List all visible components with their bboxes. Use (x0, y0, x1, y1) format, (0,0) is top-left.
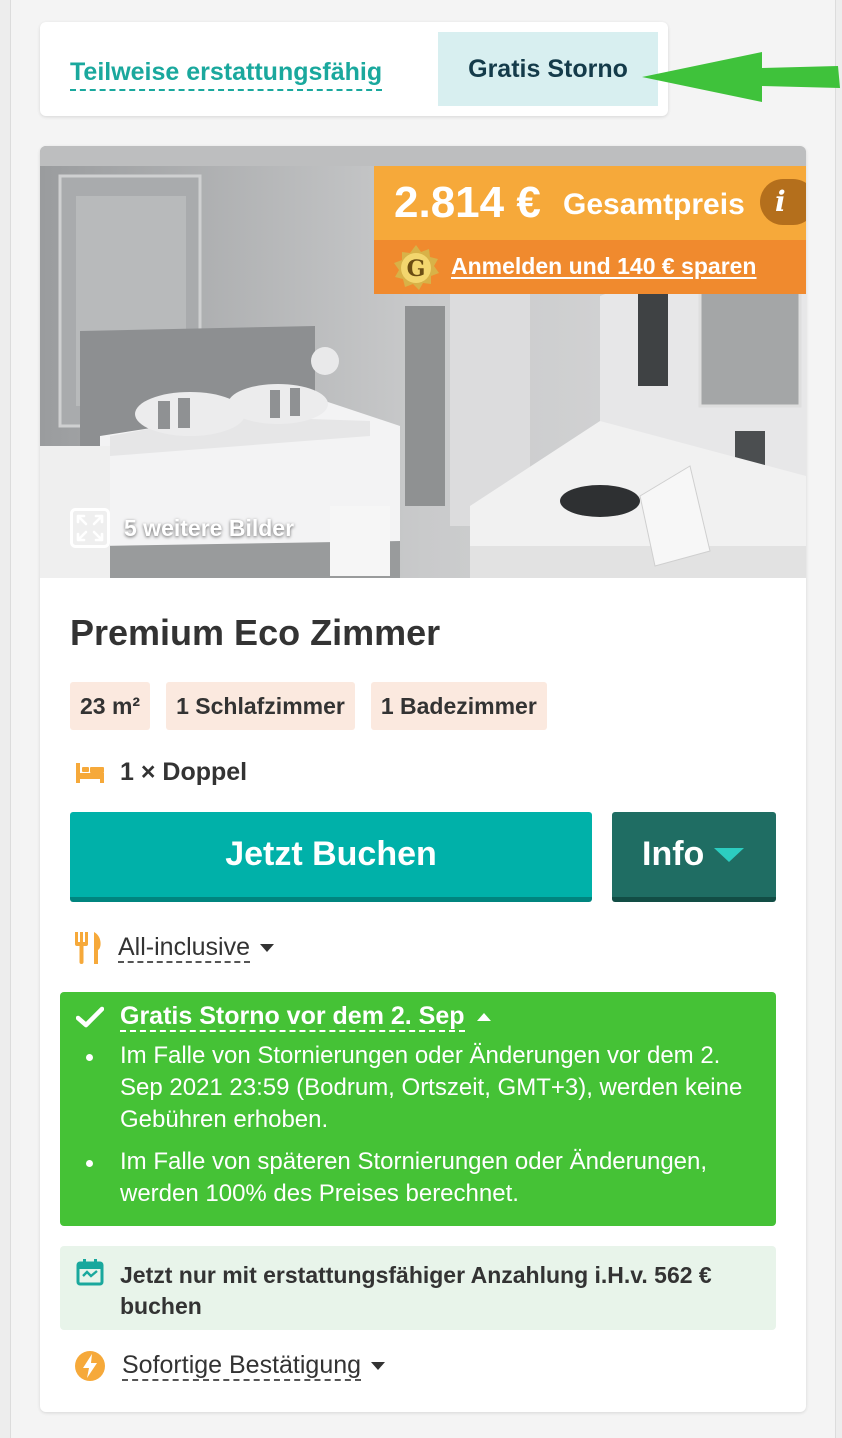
meal-plan-label: All-inclusive (118, 933, 250, 963)
feature-size: 23 m² (70, 682, 151, 730)
room-card: 2.814 € Gesamtpreis i G Anmelden und 140… (40, 146, 806, 1412)
price-amount: 2.814 € (394, 178, 541, 227)
cutlery-icon (75, 932, 101, 964)
green-arrow-icon (642, 52, 840, 102)
deposit-text: Jetzt nur mit erstattungsfähiger Anzahlu… (120, 1262, 712, 1319)
refund-tabs: Teilweise erstattungsfähig Gratis Storno (40, 22, 668, 116)
feature-bathrooms: 1 Badezimmer (370, 682, 547, 730)
feature-bedrooms: 1 Schlafzimmer (166, 682, 355, 730)
room-photo[interactable]: 2.814 € Gesamtpreis i G Anmelden und 140… (40, 146, 806, 578)
caret-down-icon (371, 1362, 386, 1370)
more-images-label: 5 weitere Bilder (124, 514, 295, 541)
free-cancellation-box: Gratis Storno vor dem 2. Sep Im Falle vo… (60, 992, 776, 1226)
checkmark-icon (76, 1006, 104, 1028)
login-save-link[interactable]: Anmelden und 140 € sparen (451, 253, 756, 280)
svg-text:G: G (407, 256, 426, 282)
caret-down-icon (259, 944, 274, 952)
price-label: Gesamtpreis (563, 188, 745, 221)
room-title: Premium Eco Zimmer (70, 612, 441, 653)
bed-label: 1 × Doppel (120, 758, 248, 786)
list-item: Im Falle von Stornierungen oder Änderung… (86, 1040, 760, 1136)
book-now-button[interactable]: Jetzt Buchen (70, 812, 592, 902)
bed-icon (76, 762, 104, 783)
meal-plan-toggle[interactable]: All-inclusive (74, 932, 274, 964)
caret-down-icon (714, 847, 745, 862)
lightning-icon (75, 1351, 105, 1381)
gold-g-badge-icon: G (394, 245, 439, 290)
deposit-info: Jetzt nur mit erstattungsfähiger Anzahlu… (60, 1246, 776, 1330)
calendar-icon (76, 1259, 104, 1286)
free-cancellation-toggle[interactable]: Gratis Storno vor dem 2. Sep (76, 1002, 491, 1032)
room-features: 23 m² 1 Schlafzimmer 1 Badezimmer (70, 682, 547, 730)
free-cancellation-heading: Gratis Storno vor dem 2. Sep (120, 1002, 465, 1032)
expand-icon (70, 508, 110, 548)
login-savings-banner: G Anmelden und 140 € sparen (374, 240, 806, 294)
bed-info: 1 × Doppel (76, 758, 247, 787)
info-button[interactable]: Info (612, 812, 776, 902)
tab-free-cancellation[interactable]: Gratis Storno (438, 32, 658, 106)
total-price-box[interactable]: 2.814 € Gesamtpreis i (374, 166, 806, 240)
tab-partially-refundable[interactable]: Teilweise erstattungsfähig (70, 58, 383, 91)
info-icon[interactable]: i (760, 179, 806, 225)
more-images-button[interactable]: 5 weitere Bilder (70, 508, 294, 548)
caret-up-icon (476, 1013, 491, 1021)
info-button-label: Info (642, 835, 705, 873)
list-item: Im Falle von späteren Stornierungen oder… (86, 1146, 760, 1210)
instant-confirmation-toggle[interactable]: Sofortige Bestätigung (74, 1350, 386, 1382)
instant-confirmation-label: Sofortige Bestätigung (122, 1351, 362, 1381)
cancellation-terms: Im Falle von Stornierungen oder Änderung… (86, 1040, 760, 1220)
